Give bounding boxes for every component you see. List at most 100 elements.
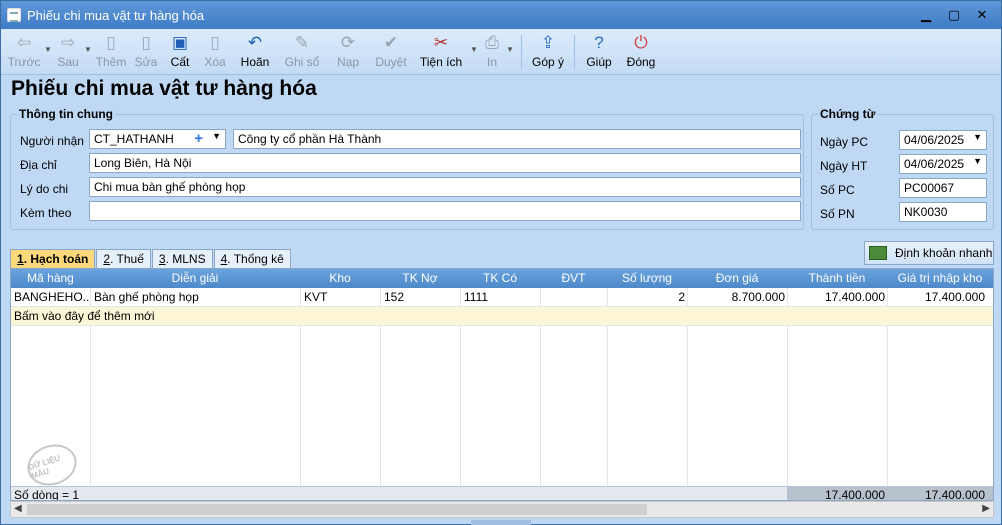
col-header-stock-value[interactable]: Giá trị nhập kho [887,271,993,285]
post-label: Ghi sổ [284,55,320,69]
cell-unit-price[interactable]: 8.700.000 [691,290,785,304]
cell-credit[interactable]: 1111 [464,290,538,304]
col-header-unit[interactable]: ĐVT [540,271,607,285]
new-row-hint: Bấm vào đây để thêm mới [14,309,155,323]
quick-entry-label: Định khoản nhanh [895,246,993,260]
tab-label: . Hạch toán [23,252,89,266]
window-title: Phiếu chi mua vật tư hàng hóa [27,7,205,23]
chevron-down-icon[interactable]: ▼ [212,131,221,141]
recipient-label: Người nhận [20,134,84,148]
close-button[interactable]: ⏻ Đóng [617,29,665,75]
reason-label: Lý do chi [20,182,69,196]
col-header-unit-price[interactable]: Đơn giá [687,271,787,285]
new-row[interactable]: Bấm vào đây để thêm mới [11,307,993,326]
col-header-warehouse[interactable]: Kho [300,271,380,285]
cell-description[interactable]: Bàn ghế phòng họp [94,290,298,304]
resize-grip[interactable] [471,520,531,525]
attach-field[interactable] [89,201,801,221]
no-pn-field[interactable]: NK0030 [899,202,987,222]
toolbar-separator [521,35,522,69]
title-bar: Phiếu chi mua vật tư hàng hóa ▁ ▢ ✕ [1,1,1001,29]
prev-button[interactable]: ⇦ Trước [5,29,43,75]
no-pc-field[interactable]: PC00067 [899,178,987,198]
approve-label: Duyệt [375,55,407,69]
app-icon [7,8,21,22]
tab-num: 1 [17,252,24,266]
address-field[interactable]: Long Biên, Hà Nội [89,153,801,173]
help-button[interactable]: ? Giúp [581,29,617,75]
undo-icon: ↶ [247,33,263,52]
reason-field[interactable]: Chi mua bàn ghế phòng họp [89,177,801,197]
col-header-amount[interactable]: Thành tiền [787,271,887,285]
cell-item-code[interactable]: BANGHEHO... [14,290,89,304]
recipient-code-value: CT_HATHANH [94,132,174,146]
horizontal-scrollbar[interactable]: ◀ ▶ [10,501,994,518]
post-button[interactable]: ✎ Ghi sổ [277,29,327,75]
chevron-down-icon[interactable]: ▼ [973,132,982,142]
detail-tabs: 1. Hạch toán 2. Thuế 3. MLNS 4. Thống kê [10,249,292,268]
col-header-credit[interactable]: TK Có [460,271,540,285]
help-icon: ? [594,33,604,52]
cell-quantity[interactable]: 2 [611,290,685,304]
print-dropdown-icon[interactable]: ▼ [505,29,515,54]
print-button[interactable]: ⎙ In [479,29,505,75]
minimize-icon[interactable]: ▁ [915,5,937,25]
reload-icon: ⟳ [340,33,356,52]
recipient-code-combo[interactable]: CT_HATHANH + ▼ [89,129,226,149]
feedback-button[interactable]: ⇪ Góp ý [528,29,568,75]
sample-data-stamp-text: DỮ LIỆU MẪU [27,453,62,481]
recipient-name-field[interactable]: Công ty cổ phần Hà Thành [233,129,801,149]
tab-mlns[interactable]: 3. MLNS [151,249,213,268]
no-pc-value: PC00067 [904,181,955,195]
quick-entry-button[interactable]: Định khoản nhanh [864,241,994,265]
next-button[interactable]: ⇨ Sau [53,29,83,75]
col-header-quantity[interactable]: Số lượng [607,271,687,285]
edit-document-icon: ▯ [141,33,151,52]
date-ht-picker[interactable]: 04/06/2025 ▼ [899,154,987,174]
next-dropdown-icon[interactable]: ▼ [83,29,93,54]
scroll-left-icon[interactable]: ◀ [14,503,22,514]
cell-debit[interactable]: 152 [384,290,458,304]
help-label: Giúp [586,55,612,69]
col-header-item-code[interactable]: Mã hàng [11,271,90,285]
reload-button[interactable]: ⟳ Nạp [327,29,369,75]
table-row[interactable]: BANGHEHO... Bàn ghế phòng họp KVT 152 11… [11,288,993,307]
undo-button[interactable]: ↶ Hoãn [233,29,277,75]
chevron-down-icon[interactable]: ▼ [973,156,982,166]
tab-accounting[interactable]: 1. Hạch toán [10,249,96,268]
edit-button[interactable]: ▯ Sửa [129,29,163,75]
cell-amount[interactable]: 17.400.000 [791,290,885,304]
save-button[interactable]: ▣ Cất [163,29,197,75]
power-icon: ⏻ [634,33,648,52]
scroll-right-icon[interactable]: ▶ [982,503,990,514]
maximize-icon[interactable]: ▢ [943,5,965,25]
date-pc-picker[interactable]: 04/06/2025 ▼ [899,130,987,150]
col-header-debit[interactable]: TK Nợ [380,271,460,285]
delete-button[interactable]: ▯ Xóa [197,29,233,75]
cell-warehouse[interactable]: KVT [304,290,378,304]
undo-label: Hoãn [240,55,270,69]
general-info-group: Thông tin chung Người nhận CT_HATHANH + … [10,107,804,230]
prev-dropdown-icon[interactable]: ▼ [43,29,53,54]
close-window-icon[interactable]: ✕ [971,5,993,25]
add-label: Thêm [95,55,127,69]
new-document-icon: ▯ [106,33,116,52]
tab-tax[interactable]: 2. Thuế [96,249,151,268]
cell-stock-value[interactable]: 17.400.000 [891,290,985,304]
date-pc-value: 04/06/2025 [904,133,965,147]
add-button[interactable]: ▯ Thêm [93,29,129,75]
utilities-dropdown-icon[interactable]: ▼ [469,29,479,54]
scroll-thumb[interactable] [27,504,647,515]
tab-statistics[interactable]: 4. Thống kê [213,249,291,268]
add-recipient-icon[interactable]: + [194,130,203,148]
approve-button[interactable]: ✔ Duyệt [369,29,413,75]
no-pc-label: Số PC [820,183,855,197]
voucher-group: Chứng từ Ngày PC 04/06/2025 ▼ Ngày HT 04… [811,107,994,230]
voucher-title: Chứng từ [818,107,878,121]
toolbar-separator [574,35,575,69]
col-header-description[interactable]: Diễn giải [90,271,300,285]
feedback-icon: ⇪ [540,33,556,52]
date-pc-label: Ngày PC [820,135,869,149]
no-pn-value: NK0030 [904,205,948,219]
utilities-button[interactable]: ✂ Tiện ích [413,29,469,75]
